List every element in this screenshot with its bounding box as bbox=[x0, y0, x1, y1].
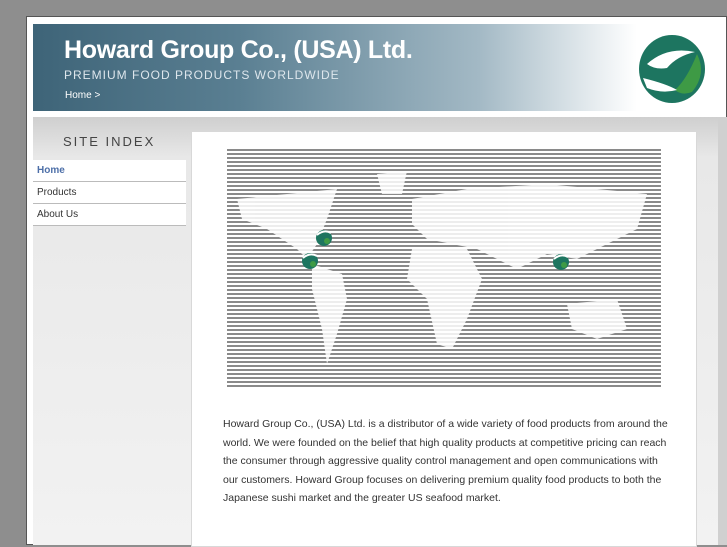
site-header: Howard Group Co., (USA) Ltd. PREMIUM FOO… bbox=[33, 24, 719, 111]
company-logo-icon bbox=[639, 35, 705, 103]
site-tagline: PREMIUM FOOD PRODUCTS WORLDWIDE bbox=[64, 68, 340, 82]
nav-item-about-us[interactable]: About Us bbox=[33, 204, 186, 226]
location-marker-icon bbox=[553, 254, 569, 270]
location-marker-icon bbox=[316, 230, 332, 246]
main-content: Howard Group Co., (USA) Ltd. is a distri… bbox=[191, 131, 697, 547]
right-edge-bar bbox=[718, 117, 727, 545]
nav-item-home[interactable]: Home bbox=[33, 160, 186, 182]
nav-item-products[interactable]: Products bbox=[33, 182, 186, 204]
sidebar-nav: Home Products About Us bbox=[33, 160, 186, 226]
world-map bbox=[227, 149, 661, 387]
site-title: Howard Group Co., (USA) Ltd. bbox=[64, 36, 413, 64]
intro-paragraph: Howard Group Co., (USA) Ltd. is a distri… bbox=[223, 418, 668, 504]
site-index-heading: SITE INDEX bbox=[63, 134, 156, 149]
breadcrumb[interactable]: Home > bbox=[65, 90, 100, 101]
location-marker-icon bbox=[302, 253, 318, 269]
